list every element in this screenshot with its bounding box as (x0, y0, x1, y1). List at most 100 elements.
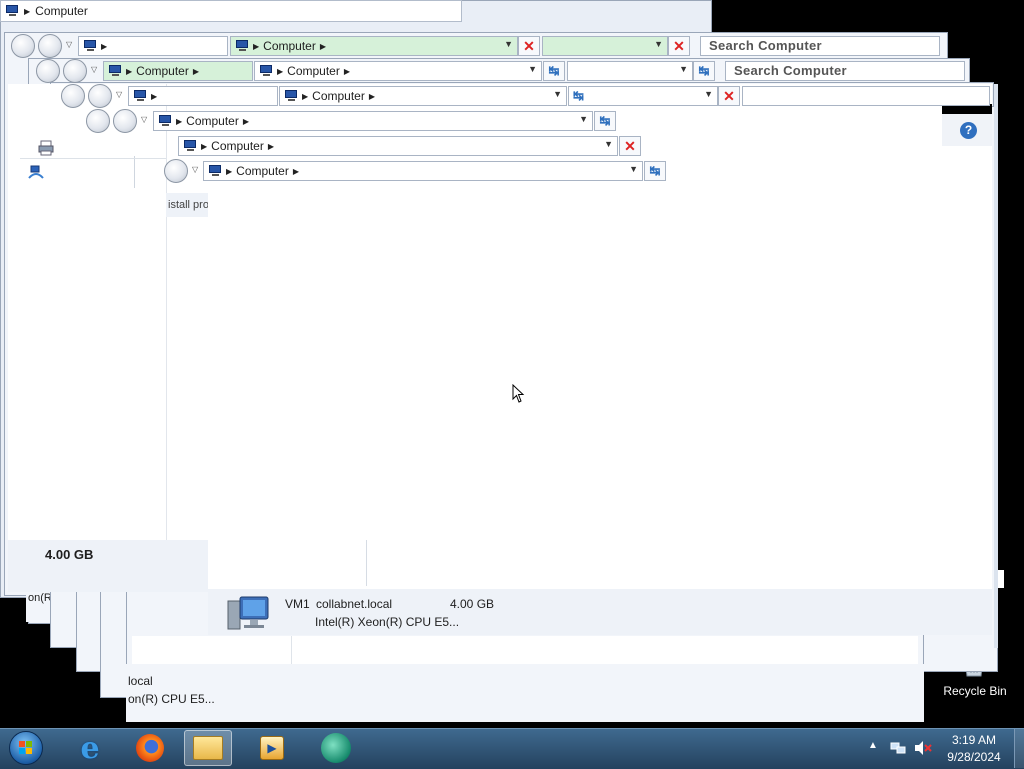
computer-icon (108, 65, 122, 77)
search-input-w1[interactable]: Search Computer (700, 36, 940, 56)
refresh-button-2[interactable]: ↹ (693, 61, 715, 81)
forward-button[interactable] (38, 34, 62, 58)
recent-pages-dropdown[interactable]: ▽ (141, 115, 147, 124)
address-dropdown-icon[interactable]: ▼ (679, 64, 688, 74)
toolbar-fragment[interactable]: istall pro (166, 193, 208, 217)
breadcrumb-arrow-icon: ▶ (277, 66, 284, 76)
refresh-icon[interactable]: ↹ (573, 88, 584, 104)
address-bar-w5[interactable]: ▶ Computer ▶ ▼ (178, 136, 618, 156)
search-bar-edge[interactable] (742, 86, 990, 106)
address-crumb: Computer (211, 139, 264, 153)
breadcrumb-arrow-icon: ▶ (368, 91, 375, 101)
refresh-button[interactable]: ↹ (543, 61, 565, 81)
details-divider (366, 540, 367, 586)
address-bar-w1-left[interactable]: ▶ (78, 36, 228, 56)
taskbar-windows-explorer[interactable] (184, 730, 232, 766)
computer-domain: collabnet.local (316, 597, 393, 611)
breadcrumb-arrow-icon: ▶ (192, 66, 199, 76)
forward-button[interactable] (164, 159, 188, 183)
address-dropdown-icon[interactable]: ▼ (704, 89, 713, 99)
computer-name: VM1 (285, 597, 310, 611)
address-bar-w3[interactable]: ▶ Computer ▶ ▼ (279, 86, 567, 106)
computer-icon (183, 140, 197, 152)
address-dropdown-icon[interactable]: ▼ (528, 64, 537, 74)
start-button[interactable] (6, 730, 46, 766)
internet-explorer-icon: e (80, 730, 100, 766)
taskbar-app[interactable] (312, 730, 360, 766)
clock-date: 9/28/2024 (947, 750, 1001, 764)
address-crumb: Computer (35, 4, 88, 18)
details-pane: VM1 collabnet.local 4.00 GB Intel(R) Xeo… (208, 589, 992, 635)
refresh-button-4[interactable]: ↹ (594, 111, 616, 131)
refresh-button-6[interactable]: ↹ (644, 161, 666, 181)
address-bar-w2-right[interactable]: ▼ (567, 61, 693, 81)
address-bar-w3-right[interactable]: ↹ ▼ (568, 86, 718, 106)
stop-button-3[interactable]: ✕ (718, 86, 740, 106)
address-bar-w4[interactable]: ▶ Computer ▶ ▼ (153, 111, 593, 131)
taskbar-firefox[interactable] (126, 730, 174, 766)
mouse-cursor (512, 383, 526, 404)
memory-value: 4.00 GB (45, 547, 94, 562)
clock[interactable]: 3:19 AM 9/28/2024 (938, 732, 1010, 766)
forward-button[interactable] (88, 84, 112, 108)
back-button[interactable] (86, 109, 110, 133)
address-bar-w1[interactable]: ▶ Computer ▶ ▼ (230, 36, 518, 56)
recent-pages-dropdown[interactable]: ▽ (66, 40, 72, 49)
address-bar-w1-right[interactable]: ▼ (542, 36, 668, 56)
forward-button[interactable] (113, 109, 137, 133)
address-crumb: Computer (236, 164, 289, 178)
back-button[interactable] (36, 59, 60, 83)
address-crumb: Computer (186, 114, 239, 128)
breadcrumb-arrow-icon: ▶ (24, 6, 31, 16)
scroll-remnant (998, 570, 1004, 588)
media-player-icon: ▶ (260, 736, 284, 760)
taskbar-internet-explorer[interactable]: e (66, 730, 114, 766)
address-dropdown-icon[interactable]: ▼ (604, 139, 613, 149)
address-bar-w2[interactable]: ▶ Computer ▶ ▼ (254, 61, 542, 81)
recent-pages-dropdown[interactable]: ▽ (116, 90, 122, 99)
search-input-w2[interactable]: Search Computer (725, 61, 965, 81)
window-0-title: ▶ Computer (0, 0, 462, 22)
back-button[interactable] (11, 34, 35, 58)
computer-icon (208, 165, 222, 177)
help-icon: ? (964, 123, 973, 137)
printer-icon[interactable] (38, 140, 54, 156)
close-icon: ✕ (624, 137, 636, 154)
back-button[interactable] (61, 84, 85, 108)
stop-button-2[interactable]: ✕ (668, 36, 690, 56)
address-bar-w3-left[interactable]: ▶ (128, 86, 278, 106)
nav-divider (134, 156, 135, 188)
details-pane-back: 4.00 GB (8, 540, 208, 592)
volume-muted-icon[interactable] (914, 740, 932, 756)
recent-pages-dropdown[interactable]: ▽ (192, 165, 198, 174)
computer-icon (133, 90, 147, 102)
address-dropdown-icon[interactable]: ▼ (504, 39, 513, 49)
address-dropdown-icon[interactable]: ▼ (629, 164, 638, 174)
taskbar-media-player[interactable]: ▶ (248, 730, 296, 766)
breadcrumb-arrow-icon: ▶ (101, 41, 108, 51)
forward-button[interactable] (63, 59, 87, 83)
show-hidden-icons-button[interactable]: ▲ (868, 740, 878, 751)
address-bar-w2-left[interactable]: ▶ Computer ▶ (103, 61, 253, 81)
breadcrumb-arrow-icon: ▶ (302, 91, 309, 101)
stop-button-5[interactable]: ✕ (619, 136, 641, 156)
breadcrumb-arrow-icon: ▶ (343, 66, 350, 76)
address-dropdown-icon[interactable]: ▼ (654, 39, 663, 49)
help-button[interactable]: ? (960, 122, 977, 139)
nav-divider-h (20, 158, 166, 159)
network-tray-icon[interactable] (890, 740, 906, 756)
content-pane[interactable] (208, 185, 992, 589)
address-bar-w6[interactable]: ▶ Computer ▶ ▼ (203, 161, 643, 181)
network-icon[interactable] (28, 164, 44, 180)
address-dropdown-icon[interactable]: ▼ (579, 114, 588, 124)
clock-time: 3:19 AM (951, 733, 997, 747)
recent-pages-dropdown[interactable]: ▽ (91, 65, 97, 74)
address-dropdown-icon[interactable]: ▼ (553, 89, 562, 99)
show-desktop-button[interactable] (1014, 729, 1024, 768)
details-strip (132, 636, 918, 664)
breadcrumb-arrow-icon: ▶ (176, 116, 183, 126)
navigation-pane[interactable] (8, 84, 167, 540)
close-icon: ✕ (723, 87, 735, 104)
windows-explorer-icon (193, 736, 223, 760)
stop-button[interactable]: ✕ (518, 36, 540, 56)
